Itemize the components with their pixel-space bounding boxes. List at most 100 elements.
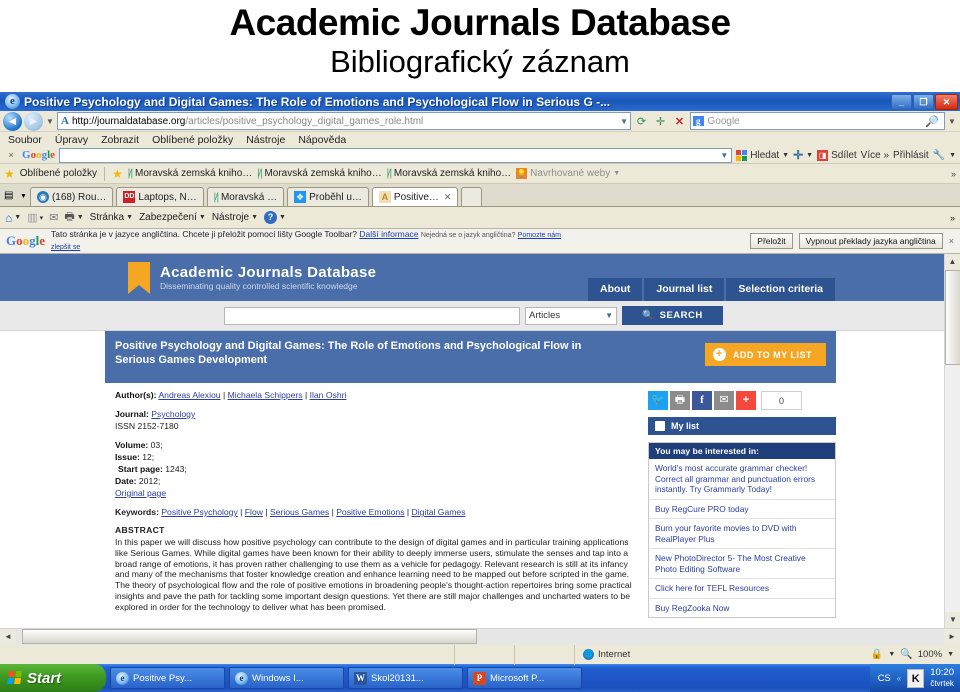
close-button[interactable]: ✕ xyxy=(935,93,958,110)
tray-k-icon[interactable]: K xyxy=(907,668,925,688)
toolbar-share-button[interactable]: ◨ Sdílet xyxy=(817,149,857,161)
nav-about[interactable]: About xyxy=(588,278,643,301)
email-icon[interactable]: ✉ xyxy=(714,391,734,410)
tab-close-icon[interactable]: ✕ xyxy=(444,192,452,203)
print-icon[interactable]: 🖶 xyxy=(670,391,690,410)
keyword-link-3[interactable]: Serious Games xyxy=(270,507,329,517)
favorite-item-mzk-1[interactable]: |/| Moravská zemská kniho… xyxy=(128,168,252,179)
favorites-overflow-icon[interactable]: » xyxy=(951,169,956,179)
menu-item-edit[interactable]: Úpravy xyxy=(55,134,88,146)
toolbar-signin-label[interactable]: Přihlásit xyxy=(893,150,929,161)
journal-link[interactable]: Psychology xyxy=(151,409,195,419)
nav-journal-list[interactable]: Journal list xyxy=(644,278,725,301)
scroll-left-button[interactable]: ◄ xyxy=(0,628,16,645)
tools-menu[interactable]: Nástroje ▼ xyxy=(212,212,258,223)
browser-search-input[interactable]: g Google 🔎 xyxy=(690,112,945,130)
google-toolbar-input[interactable]: ▼ xyxy=(59,147,733,163)
site-search-scope-select[interactable]: Articles ▼ xyxy=(525,306,617,325)
site-search-button[interactable]: 🔍 SEARCH xyxy=(622,306,723,325)
ad-item[interactable]: Buy RegZooka Now xyxy=(649,599,835,618)
ad-item[interactable]: Click here for TEFL Resources xyxy=(649,579,835,599)
more-share-icon[interactable]: + xyxy=(736,391,756,410)
address-input[interactable]: A http://journaldatabase.org /articles/p… xyxy=(57,112,631,130)
horizontal-scrollbar[interactable]: ◄ ► xyxy=(0,628,960,645)
command-bar-overflow-icon[interactable]: » xyxy=(950,213,955,223)
menu-item-tools[interactable]: Nástroje xyxy=(246,134,285,146)
print-button[interactable]: 🖶 ▼ xyxy=(64,208,83,227)
add-to-my-list-button[interactable]: + ADD TO MY LIST xyxy=(704,343,826,366)
toolbar-more-button[interactable]: Více » xyxy=(861,150,889,161)
new-tab-button[interactable] xyxy=(461,187,483,206)
security-menu[interactable]: Zabezpečení ▼ xyxy=(139,212,206,223)
author-link-1[interactable]: Andreas Alexiou xyxy=(158,390,220,400)
zoom-icon[interactable]: 🔍 xyxy=(900,649,912,660)
ad-item[interactable]: Buy RegCure PRO today xyxy=(649,500,835,519)
tray-expand-icon[interactable]: « xyxy=(897,674,901,683)
disable-translation-button[interactable]: Vypnout překlady jazyka angličtina xyxy=(798,233,943,249)
page-menu[interactable]: Stránka ▼ xyxy=(90,212,133,223)
author-link-3[interactable]: Ilan Oshri xyxy=(310,390,347,400)
mail-button[interactable]: ✉ xyxy=(49,211,58,224)
ad-item[interactable]: Burn your favorite movies to DVD with Re… xyxy=(649,519,835,549)
ad-item[interactable]: New PhotoDirector 5- The Most Creative P… xyxy=(649,549,835,579)
address-dropdown-icon[interactable]: ▼ xyxy=(616,117,628,126)
keyword-link-1[interactable]: Positive Psychology xyxy=(161,507,237,517)
taskbar-item-positive-psy[interactable]: e Positive Psy... xyxy=(110,667,225,689)
toolbar-history-caret-icon[interactable]: ▼ xyxy=(720,151,731,160)
suggested-sites-button[interactable]: 💡 Navrhované weby ▼ xyxy=(516,168,620,179)
horizontal-scroll-track[interactable] xyxy=(16,628,944,645)
horizontal-scroll-thumb[interactable] xyxy=(22,628,477,644)
favorite-item-mzk-2[interactable]: |/| Moravská zemská kniho… xyxy=(257,168,381,179)
scroll-down-button[interactable]: ▼ xyxy=(945,612,960,628)
taskbar-item-word-doc[interactable]: W Skol20131... xyxy=(348,667,463,689)
twitter-icon[interactable]: 🐦 xyxy=(648,391,668,410)
favorites-label[interactable]: Oblíbené položky xyxy=(20,168,97,179)
zoom-level[interactable]: 100% xyxy=(918,649,942,660)
translate-help-us-link[interactable]: Pomozte nám xyxy=(518,232,561,239)
translate-more-info-link[interactable]: Další informace xyxy=(359,229,418,239)
security-zone[interactable]: 🌐 Internet xyxy=(575,649,630,660)
minimize-button[interactable]: _ xyxy=(891,93,912,110)
tab-laptops[interactable]: DD Laptops, N… xyxy=(116,187,204,206)
translate-button[interactable]: Přeložit xyxy=(750,233,793,249)
my-list-button[interactable]: My list xyxy=(648,417,836,435)
menu-item-file[interactable]: Soubor xyxy=(8,134,42,146)
tab-probehl[interactable]: ❖ Proběhl u… xyxy=(287,187,369,206)
keyword-link-4[interactable]: Positive Emotions xyxy=(336,507,404,517)
toolbar-search-button[interactable]: Hledat ▼ xyxy=(736,149,789,161)
search-go-icon[interactable]: 🔎 xyxy=(922,115,942,128)
menu-item-favorites[interactable]: Oblíbené položky xyxy=(152,134,233,146)
start-button[interactable]: Start xyxy=(0,664,106,692)
vertical-scroll-thumb[interactable] xyxy=(945,270,960,365)
original-page-link[interactable]: Original page xyxy=(115,488,166,498)
translate-bar-close-icon[interactable]: × xyxy=(949,236,954,246)
nav-selection-criteria[interactable]: Selection criteria xyxy=(726,278,835,301)
menu-item-help[interactable]: Nápověda xyxy=(298,134,346,146)
language-indicator[interactable]: CS xyxy=(870,673,891,684)
add-favorite-icon[interactable]: ★ xyxy=(112,167,123,181)
stop-icon[interactable]: ✕ xyxy=(671,113,688,130)
tab-positive[interactable]: A Positive… ✕ xyxy=(371,187,459,206)
toolbar-settings-icon[interactable]: 🔧 xyxy=(933,150,945,161)
favorites-star-icon[interactable]: ★ xyxy=(4,167,15,181)
search-provider-caret-icon[interactable]: ▼ xyxy=(947,117,957,126)
toolbar-close-icon[interactable]: × xyxy=(4,150,18,160)
tab-list-caret-icon[interactable]: ▼ xyxy=(20,193,27,200)
feeds-button[interactable]: ▥ ▾ xyxy=(27,211,43,224)
menu-item-view[interactable]: Zobrazit xyxy=(101,134,139,146)
home-button[interactable]: ⌂ ▼ xyxy=(5,211,21,225)
scroll-right-button[interactable]: ► xyxy=(944,628,960,645)
help-menu[interactable]: ? ▼ xyxy=(264,211,286,224)
clock[interactable]: 10:20 čtvrtek xyxy=(930,667,958,689)
recent-pages-caret-icon[interactable]: ▼ xyxy=(45,117,55,126)
toolbar-plus-button[interactable]: ✛ ▼ xyxy=(793,148,813,162)
vertical-scrollbar[interactable]: ▲ ▼ xyxy=(944,254,960,628)
translate-improve-link[interactable]: zlepšit se xyxy=(51,244,80,251)
back-button[interactable]: ◄ xyxy=(3,111,22,131)
quick-tabs-icon[interactable]: ▤ xyxy=(4,190,17,203)
favorite-item-mzk-3[interactable]: |/| Moravská zemská kniho… xyxy=(387,168,511,179)
author-link-2[interactable]: Michaela Schippers xyxy=(228,390,303,400)
keyword-link-2[interactable]: Flow xyxy=(245,507,263,517)
taskbar-item-powerpoint[interactable]: P Microsoft P... xyxy=(467,667,582,689)
site-search-input[interactable] xyxy=(224,306,520,325)
